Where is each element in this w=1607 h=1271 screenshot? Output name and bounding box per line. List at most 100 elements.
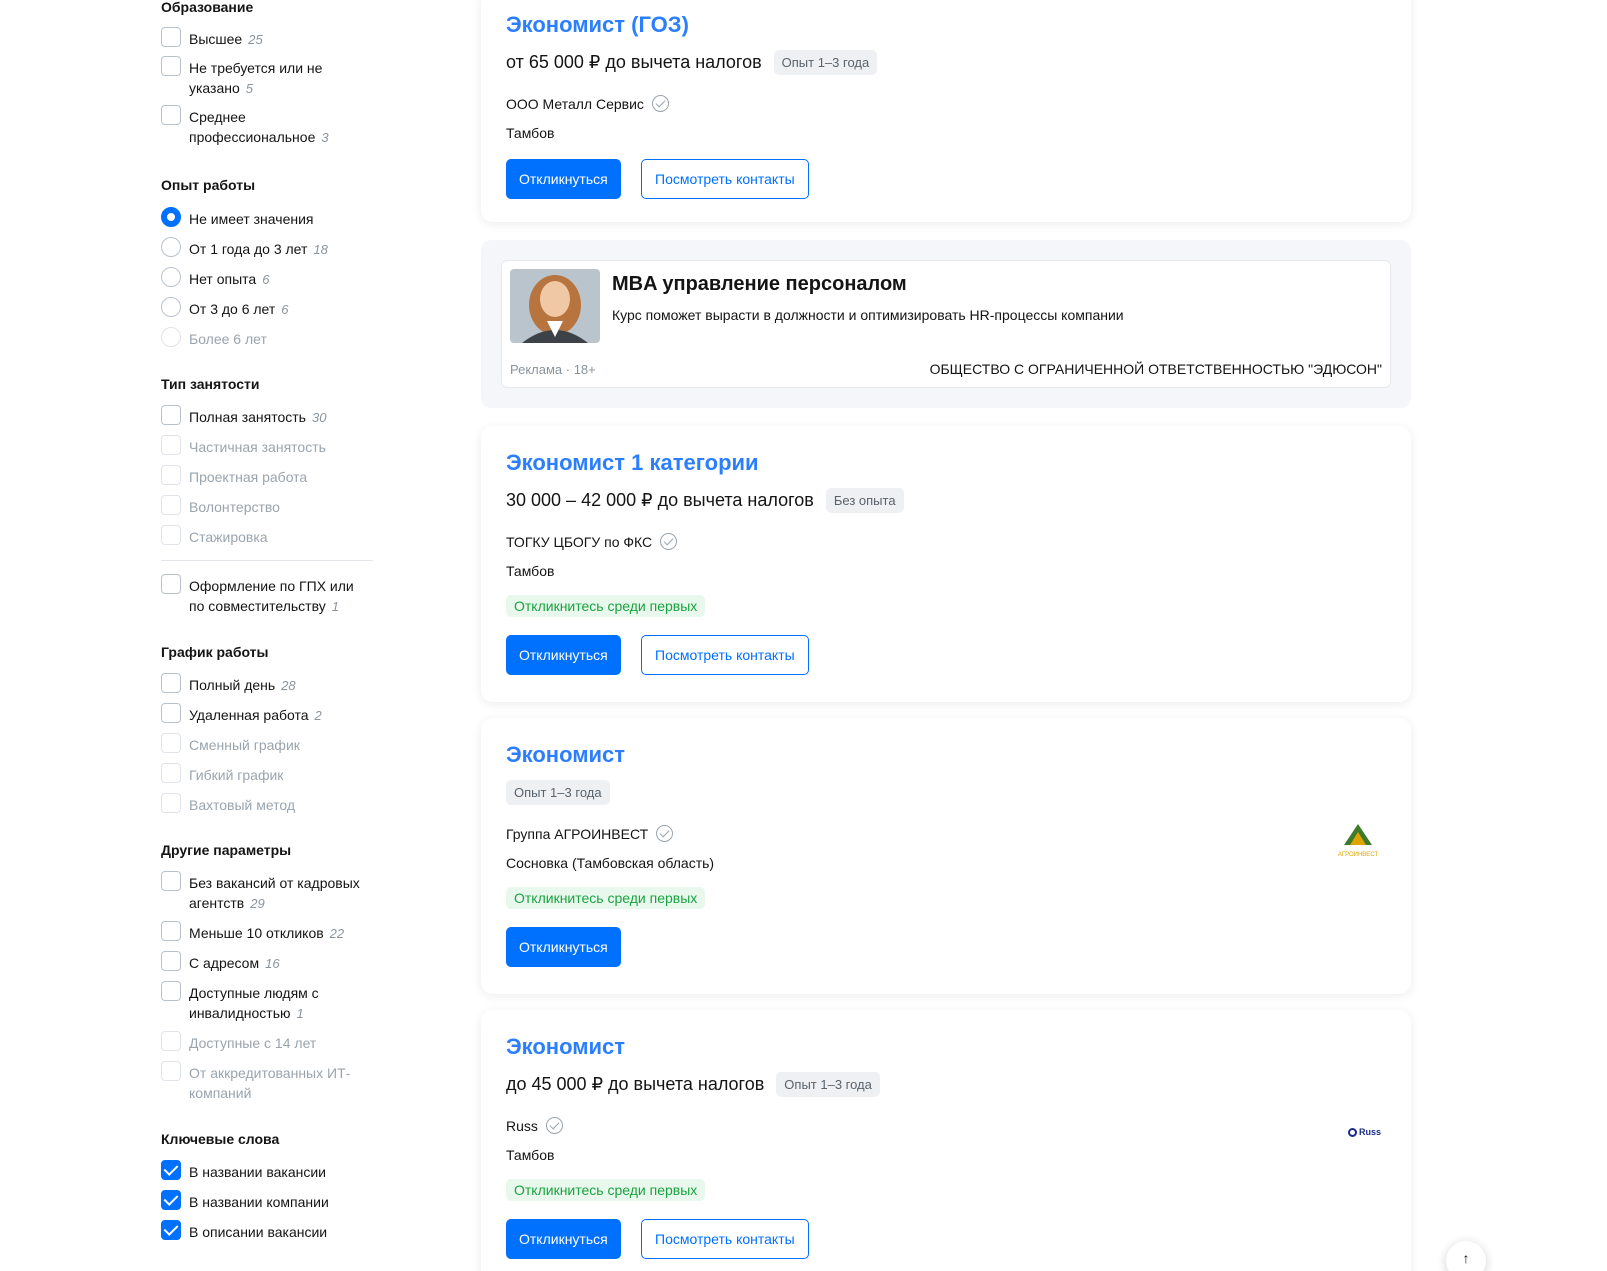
checkbox[interactable]	[161, 1061, 181, 1081]
checkbox[interactable]	[161, 733, 181, 753]
filter-option-higher[interactable]: Высшее 25	[161, 27, 376, 50]
company-logo[interactable]: Russ	[1347, 1127, 1381, 1137]
filter-option-internship[interactable]: Стажировка	[161, 525, 376, 547]
filter-option-in-description[interactable]: В описании вакансии	[161, 1220, 376, 1242]
option-count: 22	[329, 926, 345, 941]
filter-option-rotation[interactable]: Вахтовый метод	[161, 793, 376, 815]
filter-option-volunteer[interactable]: Волонтерство	[161, 495, 376, 517]
filter-option-exp-none[interactable]: Нет опыта 6	[161, 267, 376, 290]
option-label: Не имеет значения	[189, 211, 314, 227]
checkbox[interactable]	[161, 435, 181, 455]
logo-text: Russ	[1358, 1127, 1381, 1137]
checkbox[interactable]	[161, 525, 181, 545]
ad-title[interactable]: MBA управление персоналом	[612, 273, 907, 296]
filter-option-exp-6-plus[interactable]: Более 6 лет	[161, 327, 376, 349]
filter-option-it-accredited[interactable]: От аккредитованных ИТ-компаний	[161, 1061, 376, 1103]
option-count: 3	[321, 130, 329, 145]
option-count: 16	[265, 956, 280, 971]
apply-button[interactable]: Откликнуться	[506, 1219, 621, 1259]
filter-option-remote[interactable]: Удаленная работа 2	[161, 703, 376, 726]
option-label: Удаленная работа	[189, 707, 309, 723]
checkbox[interactable]	[161, 1190, 181, 1210]
filter-option-shift[interactable]: Сменный график	[161, 733, 376, 755]
checkbox[interactable]	[161, 981, 181, 1001]
checkbox[interactable]	[161, 56, 181, 76]
checkbox[interactable]	[161, 1160, 181, 1180]
checkbox[interactable]	[161, 951, 181, 971]
view-contacts-button[interactable]: Посмотреть контакты	[641, 1219, 809, 1259]
filter-option-accessible[interactable]: Доступные людям с инвалидностью 1	[161, 981, 376, 1024]
filter-option-from-14[interactable]: Доступные с 14 лет	[161, 1031, 376, 1053]
filter-option-in-title[interactable]: В названии вакансии	[161, 1160, 376, 1182]
view-contacts-button[interactable]: Посмотреть контакты	[641, 159, 809, 199]
filter-option-not-required[interactable]: Не требуется или не указано 5	[161, 56, 376, 99]
vacancy-title-link[interactable]: Экономист (ГОЗ)	[506, 12, 689, 38]
experience-tag: Опыт 1–3 года	[773, 50, 878, 75]
arrow-up-icon: ↑	[1462, 1250, 1470, 1266]
ad-content[interactable]: MBA управление персоналом Курс поможет в…	[501, 260, 1391, 388]
filter-option-exp-3-6[interactable]: От 3 до 6 лет 6	[161, 297, 376, 320]
filter-option-with-address[interactable]: С адресом 16	[161, 951, 376, 974]
filter-option-project[interactable]: Проектная работа	[161, 465, 376, 487]
radio-button[interactable]	[161, 207, 181, 227]
checkbox[interactable]	[161, 871, 181, 891]
filter-title-education: Образование	[161, 0, 254, 15]
filter-option-no-agencies[interactable]: Без вакансий от кадровых агентств 29	[161, 871, 376, 914]
filter-option-full-employment[interactable]: Полная занятость 30	[161, 405, 376, 428]
filter-option-secondary-professional[interactable]: Среднее профессиональное 3	[161, 105, 376, 148]
option-label: Волонтерство	[189, 499, 280, 515]
checkbox[interactable]	[161, 405, 181, 425]
option-count: 5	[245, 81, 254, 96]
checkbox[interactable]	[161, 793, 181, 813]
company-name-link[interactable]: Russ	[506, 1118, 538, 1134]
ad-banner[interactable]: MBA управление персоналом Курс поможет в…	[481, 240, 1411, 408]
radio-button[interactable]	[161, 237, 181, 257]
filter-option-few-responses[interactable]: Меньше 10 откликов 22	[161, 921, 376, 944]
vacancy-title-link[interactable]: Экономист	[506, 1034, 625, 1060]
apply-button[interactable]: Откликнуться	[506, 159, 621, 199]
ad-label: Реклама · 18+	[510, 362, 596, 377]
option-label: В описании вакансии	[189, 1224, 328, 1240]
company-name-link[interactable]: ТОГКУ ЦБОГУ по ФКС	[506, 534, 652, 550]
checkbox[interactable]	[161, 673, 181, 693]
filter-option-part-time[interactable]: Частичная занятость	[161, 435, 376, 457]
filter-option-full-day[interactable]: Полный день 28	[161, 673, 376, 696]
checkbox[interactable]	[161, 27, 181, 47]
option-count: 6	[281, 302, 289, 317]
respond-first-badge: Откликнитесь среди первых	[506, 595, 706, 617]
checkbox[interactable]	[161, 1220, 181, 1240]
filter-option-flexible[interactable]: Гибкий график	[161, 763, 376, 785]
checkbox[interactable]	[161, 105, 181, 125]
checkbox[interactable]	[161, 465, 181, 485]
checkbox[interactable]	[161, 921, 181, 941]
filter-option-exp-1-3[interactable]: От 1 года до 3 лет 18	[161, 237, 376, 260]
filter-option-gph[interactable]: Оформление по ГПХ или по совместительств…	[161, 574, 376, 617]
radio-button[interactable]	[161, 327, 181, 347]
filter-divider	[161, 560, 373, 561]
filter-option-exp-any[interactable]: Не имеет значения	[161, 207, 376, 229]
apply-button[interactable]: Откликнуться	[506, 927, 621, 967]
company-logo[interactable]: АГРОИНВЕСТ	[1335, 823, 1381, 859]
respond-first-badge: Откликнитесь среди первых	[506, 887, 706, 909]
verified-check-icon	[545, 1117, 563, 1134]
vacancy-title-link[interactable]: Экономист 1 категории	[506, 450, 759, 476]
option-label: Более 6 лет	[189, 331, 267, 347]
radio-button[interactable]	[161, 297, 181, 317]
apply-button[interactable]: Откликнуться	[506, 635, 621, 675]
scroll-top-button[interactable]: ↑	[1446, 1241, 1486, 1271]
vacancy-title-link[interactable]: Экономист	[506, 742, 625, 768]
option-label: Меньше 10 откликов	[189, 925, 324, 941]
radio-button[interactable]	[161, 267, 181, 287]
view-contacts-button[interactable]: Посмотреть контакты	[641, 635, 809, 675]
logo-text: АГРОИНВЕСТ	[1337, 852, 1379, 858]
experience-tag: Опыт 1–3 года	[506, 780, 610, 805]
checkbox[interactable]	[161, 495, 181, 515]
checkbox[interactable]	[161, 574, 181, 594]
filter-option-in-company[interactable]: В названии компании	[161, 1190, 376, 1212]
checkbox[interactable]	[161, 763, 181, 783]
company-name-link[interactable]: ООО Металл Сервис	[506, 96, 644, 112]
checkbox[interactable]	[161, 703, 181, 723]
option-label: Оформление по ГПХ или по совместительств…	[189, 578, 354, 614]
company-name-link[interactable]: Группа АГРОИНВЕСТ	[506, 826, 648, 842]
checkbox[interactable]	[161, 1031, 181, 1051]
